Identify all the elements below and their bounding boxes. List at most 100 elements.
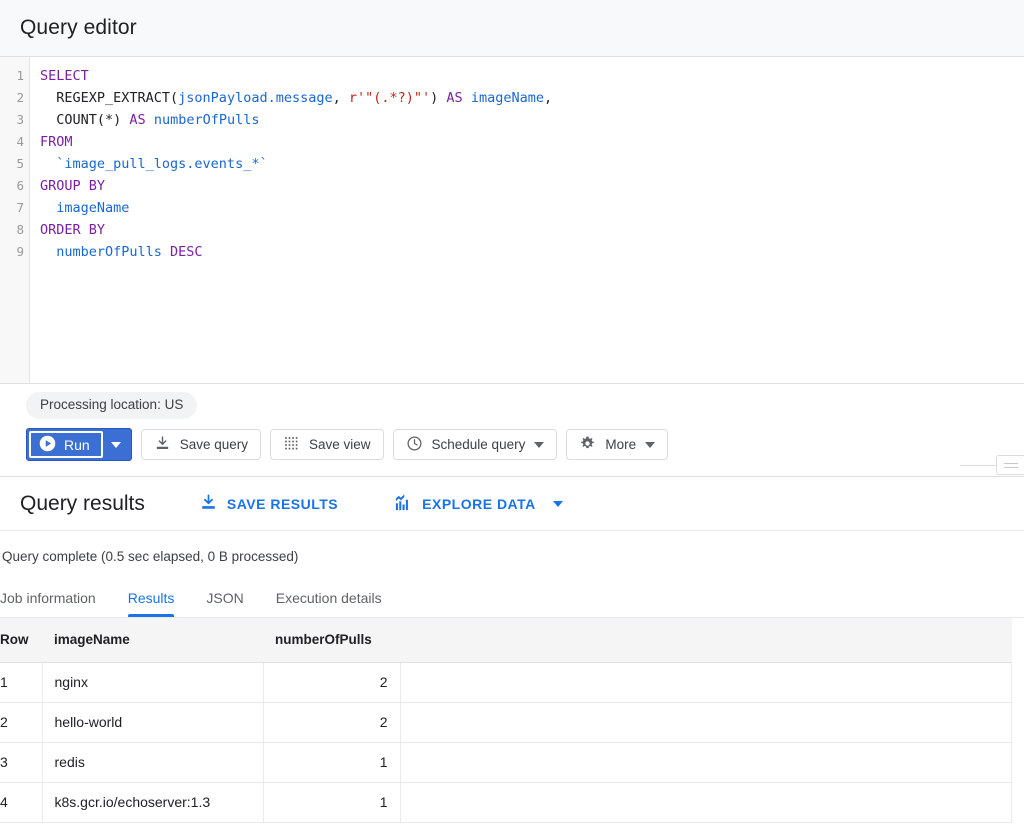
code-token: COUNT(*)	[40, 112, 129, 128]
code-token: ,	[333, 90, 349, 106]
code-token: `image_pull_logs.events_*`	[40, 156, 268, 172]
tab-results[interactable]: Results	[112, 590, 191, 617]
line-number-gutter: 123456789	[0, 57, 30, 383]
save-results-label: SAVE RESULTS	[227, 496, 338, 512]
play-icon	[39, 435, 56, 455]
run-dropdown-button[interactable]	[103, 431, 129, 458]
cell-numberOfPulls: 2	[263, 662, 400, 702]
sql-code-editor[interactable]: 123456789 SELECT REGEXP_EXTRACT(jsonPayl…	[0, 57, 1024, 383]
bar-chart-icon	[394, 493, 413, 515]
schedule-query-label: Schedule query	[432, 438, 526, 452]
cell-numberOfPulls: 1	[263, 742, 400, 782]
code-token: AS	[129, 112, 145, 128]
save-query-button[interactable]: Save query	[141, 429, 261, 460]
schedule-query-button[interactable]: Schedule query	[393, 429, 558, 460]
code-token: GROUP BY	[40, 178, 105, 194]
code-line[interactable]: numberOfPulls DESC	[40, 241, 1024, 263]
results-table-head: RowimageNamenumberOfPulls	[0, 618, 1012, 662]
line-number: 7	[0, 197, 29, 219]
code-token: imageName	[471, 90, 544, 106]
code-token: AS	[446, 90, 462, 106]
more-label: More	[605, 438, 636, 452]
code-token	[463, 90, 471, 106]
chevron-down-icon	[645, 442, 655, 448]
results-title: Query results	[20, 492, 145, 516]
column-header[interactable]: numberOfPulls	[263, 618, 400, 662]
table-row[interactable]: 3redis1	[0, 742, 1012, 782]
run-button[interactable]: Run	[29, 431, 103, 458]
query-status-text: Query complete (0.5 sec elapsed, 0 B pro…	[0, 531, 1024, 564]
tab-execution-details[interactable]: Execution details	[260, 590, 398, 617]
cell-spacer	[400, 662, 1012, 702]
cell-imageName: k8s.gcr.io/echoserver:1.3	[42, 782, 263, 822]
save-results-button[interactable]: SAVE RESULTS	[199, 493, 338, 515]
code-token: FROM	[40, 134, 73, 150]
table-row[interactable]: 1nginx2	[0, 662, 1012, 702]
tab-label: Execution details	[276, 590, 382, 606]
grid-dots-icon	[283, 435, 300, 455]
code-line[interactable]: ORDER BY	[40, 219, 1024, 241]
gear-icon	[579, 435, 596, 455]
column-header[interactable]: imageName	[42, 618, 263, 662]
code-line[interactable]: SELECT	[40, 65, 1024, 87]
line-number: 5	[0, 153, 29, 175]
save-view-button[interactable]: Save view	[270, 429, 384, 460]
code-token: DESC	[170, 244, 203, 260]
code-line[interactable]: REGEXP_EXTRACT(jsonPayload.message, r'"(…	[40, 87, 1024, 109]
code-token: jsonPayload.message	[178, 90, 332, 106]
results-panel-resize-handle[interactable]	[960, 454, 1024, 476]
code-token: numberOfPulls	[154, 112, 260, 128]
query-toolbar: Processing location: US Run	[0, 384, 1024, 477]
cell-imageName: redis	[42, 742, 263, 782]
column-header[interactable]: Row	[0, 618, 42, 662]
cell-imageName: hello-world	[42, 702, 263, 742]
chevron-down-icon	[111, 442, 121, 448]
save-view-label: Save view	[309, 438, 371, 452]
table-row[interactable]: 4k8s.gcr.io/echoserver:1.31	[0, 782, 1012, 822]
query-results-header: Query results SAVE RESULTS EXPLORE DATA	[0, 477, 1024, 531]
code-token: numberOfPulls	[40, 244, 170, 260]
code-token: r'"(.*?)"'	[349, 90, 430, 106]
code-line[interactable]: FROM	[40, 131, 1024, 153]
run-button-group[interactable]: Run	[26, 428, 132, 461]
code-line[interactable]: GROUP BY	[40, 175, 1024, 197]
toolbar-button-group: Run Save query	[26, 428, 1024, 461]
code-token	[146, 112, 154, 128]
explore-data-button[interactable]: EXPLORE DATA	[394, 493, 563, 515]
sql-code-area[interactable]: SELECT REGEXP_EXTRACT(jsonPayload.messag…	[30, 57, 1024, 383]
cell-spacer	[400, 742, 1012, 782]
table-row[interactable]: 2hello-world2	[0, 702, 1012, 742]
results-table-body: 1nginx22hello-world23redis14k8s.gcr.io/e…	[0, 662, 1012, 822]
more-button[interactable]: More	[566, 429, 668, 460]
tab-label: Results	[128, 590, 175, 606]
code-token: ,	[544, 90, 552, 106]
divider-line	[960, 465, 996, 466]
table-header-row: RowimageNamenumberOfPulls	[0, 618, 1012, 662]
cell-row: 3	[0, 742, 42, 782]
cell-row: 2	[0, 702, 42, 742]
page-title: Query editor	[20, 16, 137, 40]
save-download-icon	[199, 493, 218, 515]
code-token: ORDER BY	[40, 222, 105, 238]
resize-grip-icon[interactable]	[996, 455, 1024, 475]
line-number: 2	[0, 87, 29, 109]
line-number: 6	[0, 175, 29, 197]
column-header[interactable]	[400, 618, 1012, 662]
clock-icon	[406, 435, 423, 455]
line-number: 8	[0, 219, 29, 241]
code-line[interactable]: COUNT(*) AS numberOfPulls	[40, 109, 1024, 131]
code-line[interactable]: `image_pull_logs.events_*`	[40, 153, 1024, 175]
cell-spacer	[400, 782, 1012, 822]
code-token: REGEXP_EXTRACT(	[40, 90, 178, 106]
chevron-down-icon	[534, 442, 544, 448]
code-token: SELECT	[40, 68, 89, 84]
cell-spacer	[400, 702, 1012, 742]
chevron-down-icon	[553, 501, 563, 507]
line-number: 1	[0, 65, 29, 87]
cell-row: 1	[0, 662, 42, 702]
processing-location-chip[interactable]: Processing location: US	[26, 392, 197, 419]
code-line[interactable]: imageName	[40, 197, 1024, 219]
results-tabs: Job information Results JSON Execution deta…	[0, 576, 1024, 618]
tab-json[interactable]: JSON	[190, 590, 259, 617]
tab-job-information[interactable]: Job information	[0, 590, 112, 617]
